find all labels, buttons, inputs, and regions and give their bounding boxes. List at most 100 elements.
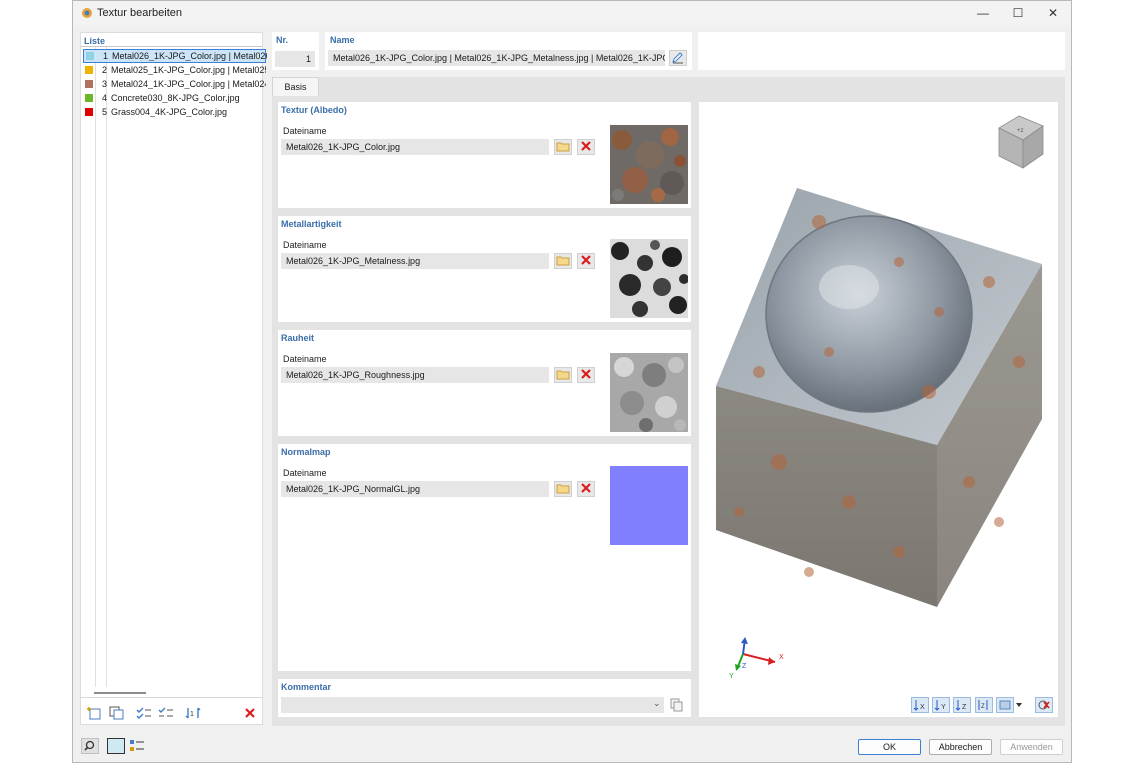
comment-copy-icon[interactable] bbox=[669, 697, 685, 713]
new-item-icon[interactable] bbox=[86, 705, 104, 721]
list-panel: Liste 1 Metal026_1K-JPG_Color.jpg | Meta… bbox=[80, 32, 267, 725]
open-folder-button[interactable] bbox=[554, 481, 572, 497]
copy-item-icon[interactable] bbox=[108, 705, 126, 721]
roughness-thumbnail bbox=[610, 353, 688, 432]
z-axis-label: Z bbox=[742, 663, 747, 670]
list-item[interactable]: 3 Metal024_1K-JPG_Color.jpg | Metal024 bbox=[83, 78, 266, 92]
color-swatch bbox=[85, 80, 93, 88]
chevron-down-icon[interactable]: ⌄ bbox=[653, 698, 661, 709]
list-item[interactable]: 4 Concrete030_8K-JPG_Color.jpg bbox=[83, 92, 266, 106]
info-panel bbox=[698, 32, 1065, 70]
svg-text:Y: Y bbox=[941, 704, 946, 711]
window-title: Textur bearbeiten bbox=[97, 7, 182, 19]
section-normalmap: Normalmap Dateiname Metal026_1K-JPG_Norm… bbox=[278, 444, 691, 671]
color-swatch bbox=[86, 52, 94, 60]
uncheck-all-icon[interactable] bbox=[157, 705, 175, 721]
dialog-window: Textur bearbeiten — ☐ ✕ Liste 1 Metal026… bbox=[72, 0, 1072, 763]
y-axis-label: Y bbox=[729, 673, 734, 680]
open-folder-button[interactable] bbox=[554, 367, 572, 383]
x-axis-label: X bbox=[779, 654, 784, 661]
filename-field[interactable]: Metal026_1K-JPG_Metalness.jpg bbox=[281, 253, 549, 269]
open-folder-button[interactable] bbox=[554, 253, 572, 269]
view-cube-icon[interactable]: +z bbox=[998, 115, 1044, 169]
svg-text:Z: Z bbox=[962, 704, 967, 711]
check-all-icon[interactable] bbox=[135, 705, 153, 721]
folder-icon bbox=[556, 370, 570, 380]
metalness-thumbnail bbox=[610, 239, 688, 318]
open-folder-button[interactable] bbox=[554, 139, 572, 155]
list-item[interactable]: 5 Grass004_4K-JPG_Color.jpg bbox=[83, 106, 266, 120]
list-settings-icon[interactable] bbox=[128, 738, 146, 754]
number-panel: Nr. 1 bbox=[272, 32, 319, 70]
clear-file-button[interactable] bbox=[577, 367, 595, 383]
number-label: Nr. bbox=[276, 35, 289, 45]
apply-button[interactable]: Anwenden bbox=[1000, 739, 1063, 755]
view-iso-icon[interactable]: Z bbox=[975, 697, 993, 713]
delete-icon bbox=[581, 369, 591, 379]
preview-panel: +z X Y Z X Y Z Z bbox=[699, 102, 1058, 717]
edit-name-icon[interactable] bbox=[669, 50, 687, 66]
delete-icon bbox=[581, 483, 591, 493]
section-metalness: Metallartigkeit Dateiname Metal026_1K-JP… bbox=[278, 216, 691, 322]
comment-field[interactable] bbox=[281, 697, 664, 713]
comment-panel: Kommentar ⌄ bbox=[278, 679, 691, 717]
filename-label: Dateiname bbox=[283, 126, 327, 136]
clear-file-button[interactable] bbox=[577, 139, 595, 155]
filename-label: Dateiname bbox=[283, 240, 327, 250]
view-y-icon[interactable]: Y bbox=[932, 697, 950, 713]
section-title: Metallartigkeit bbox=[281, 219, 342, 229]
number-field[interactable]: 1 bbox=[275, 51, 315, 67]
section-title: Textur (Albedo) bbox=[281, 105, 347, 115]
name-label: Name bbox=[330, 35, 355, 45]
clear-file-button[interactable] bbox=[577, 481, 595, 497]
folder-icon bbox=[556, 484, 570, 494]
filename-label: Dateiname bbox=[283, 468, 327, 478]
display-mode-icon[interactable] bbox=[996, 697, 1022, 713]
ok-button[interactable]: OK bbox=[858, 739, 921, 755]
filename-field[interactable]: Metal026_1K-JPG_Color.jpg bbox=[281, 139, 549, 155]
renumber-icon[interactable]: 1 bbox=[184, 705, 202, 721]
folder-icon bbox=[556, 142, 570, 152]
filename-field[interactable]: Metal026_1K-JPG_Roughness.jpg bbox=[281, 367, 549, 383]
app-icon bbox=[82, 8, 92, 18]
folder-icon bbox=[556, 256, 570, 266]
svg-text:+z: +z bbox=[1017, 128, 1024, 134]
delete-item-icon[interactable] bbox=[241, 705, 259, 721]
delete-icon bbox=[581, 255, 591, 265]
section-title: Normalmap bbox=[281, 447, 331, 457]
cancel-button[interactable]: Abbrechen bbox=[929, 739, 992, 755]
filename-label: Dateiname bbox=[283, 354, 327, 364]
svg-text:Z: Z bbox=[981, 704, 985, 710]
name-panel: Name Metal026_1K-JPG_Color.jpg | Metal02… bbox=[325, 32, 692, 70]
close-button[interactable]: ✕ bbox=[1045, 5, 1061, 21]
title-bar: Textur bearbeiten — ☐ ✕ bbox=[73, 1, 1071, 25]
section-albedo: Textur (Albedo) Dateiname Metal026_1K-JP… bbox=[278, 102, 691, 208]
name-field[interactable]: Metal026_1K-JPG_Color.jpg | Metal026_1K-… bbox=[328, 50, 665, 66]
color-swatch bbox=[85, 94, 93, 102]
horizontal-scrollbar[interactable] bbox=[94, 692, 146, 694]
list-item[interactable]: 1 Metal026_1K-JPG_Color.jpg | Metal026 bbox=[83, 49, 267, 63]
list-header: Liste bbox=[84, 36, 106, 46]
section-roughness: Rauheit Dateiname Metal026_1K-JPG_Roughn… bbox=[278, 330, 691, 436]
minimize-button[interactable]: — bbox=[975, 5, 991, 21]
search-icon[interactable] bbox=[81, 738, 99, 754]
view-z-icon[interactable]: Z bbox=[953, 697, 971, 713]
reset-view-icon[interactable] bbox=[1035, 697, 1053, 713]
tab-basis[interactable]: Basis bbox=[272, 77, 319, 97]
texture-preview: +z bbox=[716, 115, 1044, 671]
color-display-icon[interactable] bbox=[107, 738, 125, 754]
axes-icon bbox=[735, 637, 776, 671]
section-title: Rauheit bbox=[281, 333, 315, 343]
filename-field[interactable]: Metal026_1K-JPG_NormalGL.jpg bbox=[281, 481, 549, 497]
comment-label: Kommentar bbox=[281, 682, 332, 692]
view-x-icon[interactable]: X bbox=[911, 697, 929, 713]
color-swatch bbox=[85, 108, 93, 116]
clear-file-button[interactable] bbox=[577, 253, 595, 269]
albedo-thumbnail bbox=[610, 125, 688, 204]
list-item[interactable]: 2 Metal025_1K-JPG_Color.jpg | Metal025 bbox=[83, 64, 266, 78]
tab-strip bbox=[272, 77, 1065, 96]
maximize-button[interactable]: ☐ bbox=[1010, 5, 1026, 21]
svg-text:X: X bbox=[920, 704, 925, 711]
svg-text:1: 1 bbox=[190, 711, 194, 718]
delete-icon bbox=[581, 141, 591, 151]
